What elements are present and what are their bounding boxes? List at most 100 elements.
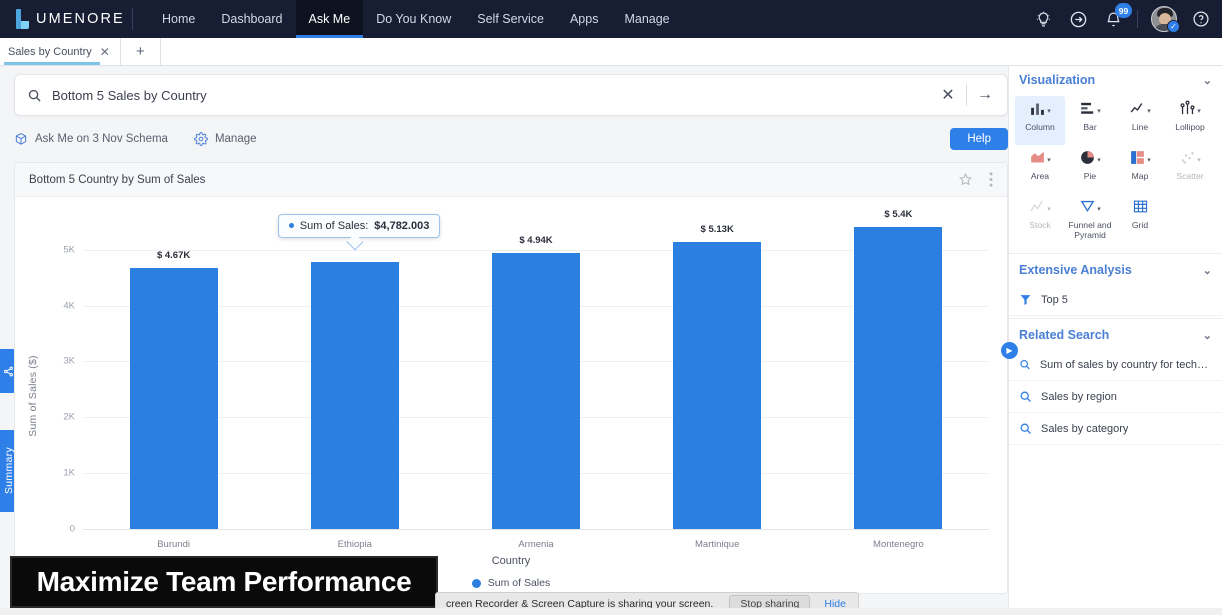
visualization-section-header[interactable]: Visualization ⌄ bbox=[1009, 66, 1222, 94]
viz-type-label: Bar bbox=[1083, 123, 1096, 133]
nav-link-dashboard[interactable]: Dashboard bbox=[208, 0, 295, 38]
submit-search-button[interactable]: → bbox=[967, 80, 1003, 110]
bar[interactable] bbox=[854, 227, 942, 529]
legend-color-swatch bbox=[472, 579, 481, 588]
nav-right-divider bbox=[1137, 10, 1138, 28]
manage-link[interactable]: Manage bbox=[194, 132, 257, 146]
chevron-down-icon[interactable]: ⌄ bbox=[1203, 264, 1212, 277]
schema-selector[interactable]: Ask Me on 3 Nov Schema bbox=[14, 132, 168, 146]
map-chart-icon: ▾ bbox=[1129, 149, 1151, 170]
viz-type-bar[interactable]: ▾ Bar bbox=[1065, 96, 1115, 145]
nav-link-do-you-know[interactable]: Do You Know bbox=[363, 0, 464, 38]
viz-type-funnel-and-pyramid[interactable]: ▾Funnel and Pyramid bbox=[1065, 194, 1115, 243]
nav-divider bbox=[132, 8, 133, 30]
related-search-list: Sum of sales by country for technology Sa… bbox=[1009, 349, 1222, 445]
bar-group[interactable]: $ 5.13KMartinique bbox=[673, 197, 761, 529]
viz-type-lollipop[interactable]: ▾Lollipop bbox=[1165, 96, 1215, 145]
bar[interactable] bbox=[492, 253, 580, 529]
related-search-title: Related Search bbox=[1019, 328, 1109, 342]
viz-type-label: Grid bbox=[1132, 221, 1148, 231]
tab-sales-by-country[interactable]: Sales by Country ✕ bbox=[0, 38, 121, 65]
avatar[interactable]: ✓ bbox=[1151, 6, 1177, 32]
viz-type-scatter: ▾Scatter bbox=[1165, 145, 1215, 194]
nav-link-home[interactable]: Home bbox=[149, 0, 208, 38]
search-icon bbox=[1019, 390, 1032, 403]
related-search-item[interactable]: Sum of sales by country for technology bbox=[1009, 349, 1222, 381]
x-axis-tick-label: Montenegro bbox=[828, 539, 969, 550]
y-axis-tick-label: 3K bbox=[47, 356, 75, 367]
bar-value-label: $ 5.13K bbox=[664, 224, 770, 235]
viz-type-label: Pie bbox=[1084, 172, 1096, 182]
column-chart-icon: ▾ bbox=[1029, 100, 1051, 121]
extensive-analysis-section-header[interactable]: Extensive Analysis ⌄ bbox=[1009, 256, 1222, 284]
bar[interactable] bbox=[311, 262, 399, 529]
chat-bot-icon[interactable] bbox=[1067, 8, 1089, 30]
add-tab-button[interactable]: + bbox=[121, 38, 161, 65]
lollipop-chart-icon: ▾ bbox=[1179, 100, 1201, 121]
sub-toolbar: Ask Me on 3 Nov Schema Manage Help bbox=[14, 126, 1008, 152]
manage-label: Manage bbox=[215, 133, 257, 145]
notifications-bell-icon[interactable]: 99 bbox=[1102, 8, 1124, 30]
related-search-item-label: Sum of sales by country for technology bbox=[1040, 359, 1212, 371]
y-axis-tick-label: 1K bbox=[47, 468, 75, 479]
nav-link-apps[interactable]: Apps bbox=[557, 0, 612, 38]
y-axis-tick-label: 5K bbox=[47, 244, 75, 255]
lumenore-logo-icon bbox=[14, 9, 31, 29]
bottom-strip bbox=[0, 608, 1222, 615]
right-panel: Visualization ⌄ ▾ Column ▾ Bar ▾Line▾Lollipo… bbox=[1008, 66, 1222, 615]
viz-type-label: Column bbox=[1025, 123, 1055, 133]
x-axis-line bbox=[83, 529, 989, 530]
tab-strip: Sales by Country ✕ + bbox=[0, 38, 1222, 66]
chart-card-actions bbox=[958, 172, 993, 187]
bar-group[interactable]: $ 5.4KMontenegro bbox=[854, 197, 942, 529]
related-search-item[interactable]: Sales by region bbox=[1009, 381, 1222, 413]
related-search-item-label: Sales by region bbox=[1041, 391, 1117, 403]
nav-link-ask-me[interactable]: Ask Me bbox=[296, 0, 364, 38]
panel-divider bbox=[1009, 253, 1222, 254]
viz-type-grid[interactable]: Grid bbox=[1115, 194, 1165, 243]
promo-banner-overlay: Maximize Team Performance bbox=[10, 556, 438, 608]
nav-link-manage[interactable]: Manage bbox=[611, 0, 682, 38]
x-axis-tick-label: Burundi bbox=[103, 539, 244, 550]
related-search-section-header[interactable]: Related Search ⌄ bbox=[1009, 321, 1222, 349]
viz-type-column[interactable]: ▾ Column bbox=[1015, 96, 1065, 145]
bar-chart-icon: ▾ bbox=[1079, 100, 1101, 121]
help-circle-icon[interactable] bbox=[1190, 8, 1212, 30]
summary-tab-label: Summary bbox=[3, 447, 15, 494]
viz-type-map[interactable]: ▾ Map bbox=[1115, 145, 1165, 194]
extensive-analysis-item-top5[interactable]: Top 5 bbox=[1009, 284, 1222, 316]
search-input[interactable] bbox=[52, 88, 930, 103]
search-bar: ✕ → bbox=[14, 74, 1008, 116]
y-axis-tick-label: 4K bbox=[47, 300, 75, 311]
viz-type-pie[interactable]: ▾Pie bbox=[1065, 145, 1115, 194]
viz-type-label: Map bbox=[1132, 172, 1149, 182]
bar-series: $ 4.67KBurundiEthiopia$ 4.94KArmenia$ 5.… bbox=[83, 197, 989, 529]
viz-type-line[interactable]: ▾Line bbox=[1115, 96, 1165, 145]
star-icon[interactable] bbox=[958, 172, 973, 187]
area-chart-icon: ▾ bbox=[1029, 149, 1051, 170]
panel-collapse-toggle[interactable]: ▶ bbox=[1001, 342, 1018, 359]
tab-label: Sales by Country bbox=[8, 46, 92, 58]
related-search-item[interactable]: Sales by category bbox=[1009, 413, 1222, 445]
clear-search-button[interactable]: ✕ bbox=[930, 80, 966, 110]
chart-card-header: Bottom 5 Country by Sum of Sales bbox=[15, 163, 1007, 197]
extensive-analysis-item-label: Top 5 bbox=[1041, 294, 1068, 306]
y-axis-title: Sum of Sales ($) bbox=[27, 355, 39, 436]
nav-link-self-service[interactable]: Self Service bbox=[464, 0, 557, 38]
bar[interactable] bbox=[130, 268, 218, 529]
bar-group[interactable]: $ 4.94KArmenia bbox=[492, 197, 580, 529]
bar[interactable] bbox=[673, 242, 761, 529]
close-icon[interactable]: ✕ bbox=[100, 46, 110, 58]
app-root: UMENORE Home Dashboard Ask Me Do You Kno… bbox=[0, 0, 1222, 615]
brand-logo-area[interactable]: UMENORE bbox=[0, 9, 128, 29]
bar-group[interactable]: $ 4.67KBurundi bbox=[130, 197, 218, 529]
viz-type-label: Scatter bbox=[1176, 172, 1203, 182]
brand-name: UMENORE bbox=[36, 11, 125, 27]
lightbulb-icon[interactable] bbox=[1032, 8, 1054, 30]
more-vertical-icon[interactable] bbox=[989, 172, 993, 187]
chevron-down-icon[interactable]: ⌄ bbox=[1203, 329, 1212, 342]
tooltip-value: $4,782.003 bbox=[374, 220, 429, 232]
help-button[interactable]: Help bbox=[950, 128, 1008, 150]
chevron-down-icon[interactable]: ⌄ bbox=[1203, 74, 1212, 87]
viz-type-area[interactable]: ▾Area bbox=[1015, 145, 1065, 194]
